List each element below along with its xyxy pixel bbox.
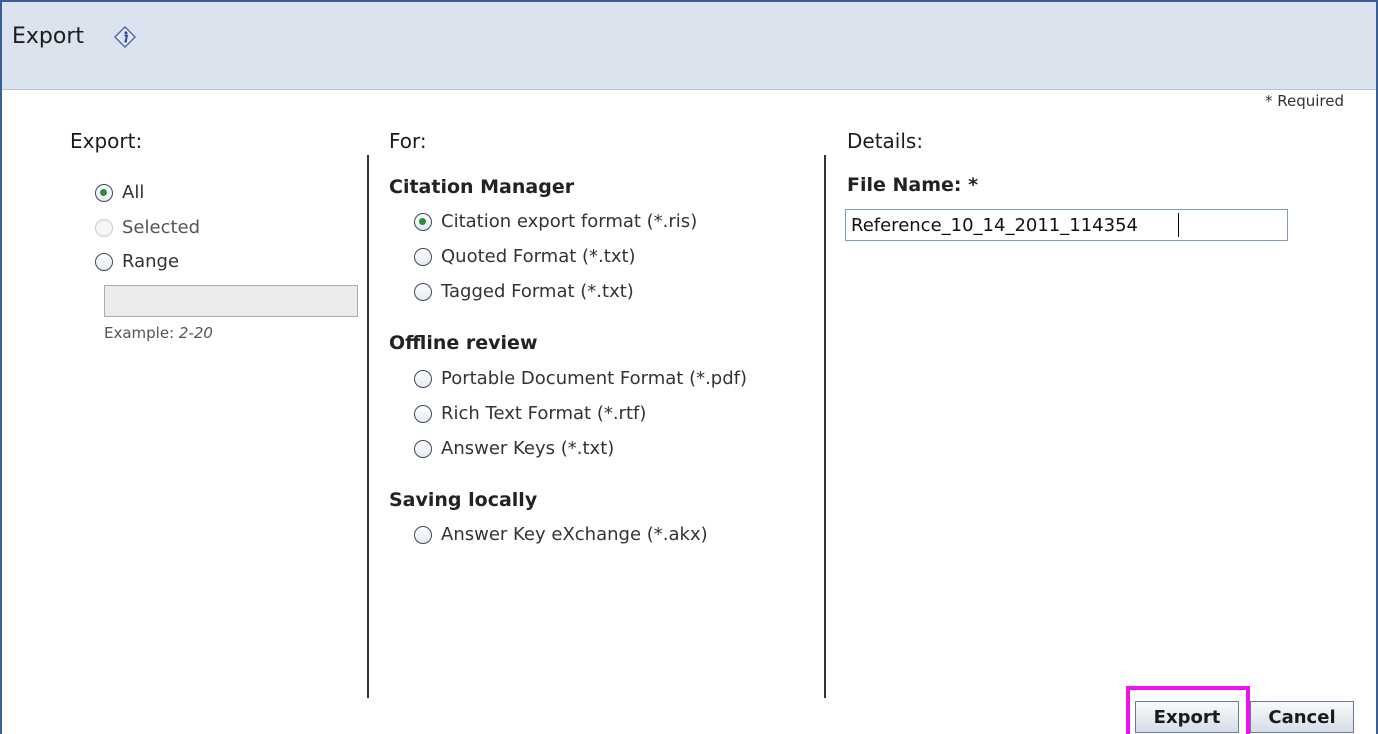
export-heading: Export: (70, 129, 143, 153)
format-quoted-label: Quoted Format (*.txt) (441, 246, 636, 267)
format-option-tagged[interactable]: Tagged Format (*.txt) (414, 281, 634, 302)
format-option-akx[interactable]: Answer Key eXchange (*.akx) (414, 524, 708, 545)
export-selected-label: Selected (122, 217, 201, 238)
format-tagged-label: Tagged Format (*.txt) (441, 281, 634, 302)
example-value: 2-20 (178, 324, 213, 342)
column-divider-1 (367, 155, 369, 698)
for-heading: For: (389, 129, 427, 153)
format-akx-label: Answer Key eXchange (*.akx) (441, 524, 708, 545)
required-note: * Required (1264, 92, 1344, 110)
format-pdf-label: Portable Document Format (*.pdf) (441, 368, 748, 389)
radio-selected (95, 218, 113, 237)
radio-tagged[interactable] (414, 282, 432, 301)
example-label: Example: (104, 324, 175, 342)
radio-rtf[interactable] (414, 404, 432, 423)
radio-answer-keys[interactable] (414, 439, 432, 458)
format-rtf-label: Rich Text Format (*.rtf) (441, 403, 647, 424)
details-heading: Details: (847, 129, 924, 153)
format-option-rtf[interactable]: Rich Text Format (*.rtf) (414, 403, 646, 424)
radio-pdf[interactable] (414, 369, 432, 388)
format-option-pdf[interactable]: Portable Document Format (*.pdf) (414, 368, 747, 389)
info-icon[interactable] (114, 26, 136, 48)
export-all-option[interactable]: All (95, 182, 144, 203)
range-input[interactable] (104, 285, 358, 317)
range-example: Example: 2-20 (104, 324, 213, 342)
file-name-label: File Name: * (847, 174, 979, 196)
radio-quoted[interactable] (414, 247, 432, 266)
text-caret (1178, 213, 1179, 237)
export-range-label: Range (122, 251, 180, 272)
group-citation-manager: Citation Manager (389, 176, 575, 198)
radio-ris[interactable] (414, 212, 432, 231)
format-ris-label: Citation export format (*.ris) (441, 211, 698, 232)
group-saving-locally: Saving locally (389, 489, 538, 511)
dialog-title: Export (12, 24, 85, 49)
dialog-header: Export (2, 2, 1376, 90)
file-name-input[interactable] (845, 209, 1288, 241)
format-option-answer-keys[interactable]: Answer Keys (*.txt) (414, 438, 614, 459)
format-option-quoted[interactable]: Quoted Format (*.txt) (414, 246, 636, 267)
cancel-button[interactable]: Cancel (1250, 701, 1354, 733)
export-range-option[interactable]: Range (95, 251, 179, 272)
radio-all[interactable] (95, 183, 113, 202)
export-dialog: Export * Required Export: All Selected R… (0, 0, 1378, 734)
column-divider-2 (824, 155, 826, 698)
export-all-label: All (122, 182, 145, 203)
format-option-ris[interactable]: Citation export format (*.ris) (414, 211, 697, 232)
group-offline-review: Offline review (389, 332, 538, 354)
format-answer-keys-label: Answer Keys (*.txt) (441, 438, 615, 459)
radio-range[interactable] (95, 252, 113, 271)
export-button[interactable]: Export (1135, 701, 1239, 733)
radio-akx[interactable] (414, 525, 432, 544)
export-selected-option: Selected (95, 217, 200, 238)
